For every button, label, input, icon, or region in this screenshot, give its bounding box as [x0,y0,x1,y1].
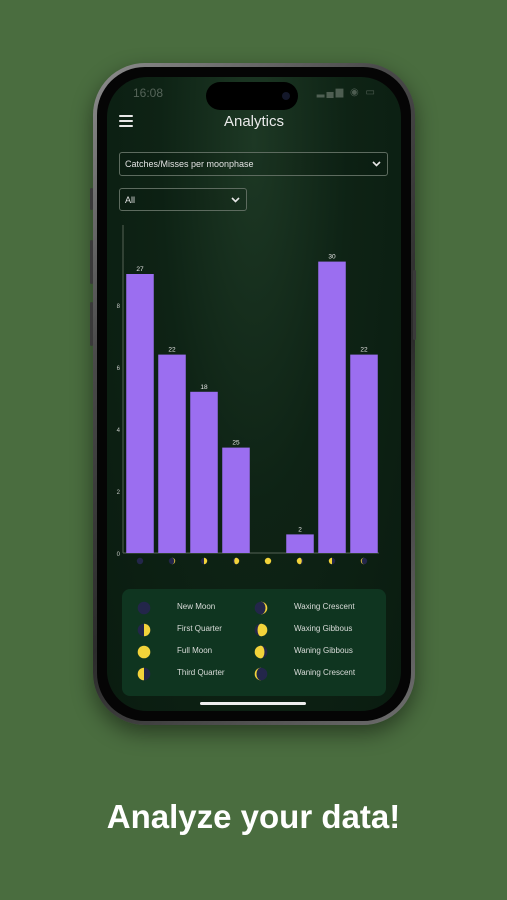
bar-data-label: 30 [328,254,336,261]
bar[interactable] [350,354,378,553]
legend-label: Waning Gibbous [294,646,353,655]
x-tick-moon-icon [264,557,272,565]
bar-group: 30 [318,254,346,565]
waxing-crescent-moon-icon [254,601,268,615]
legend-label: Third Quarter [177,668,225,677]
bar-data-label: 22 [168,347,176,354]
bar[interactable] [126,274,154,553]
bar-group: 27 [126,266,154,565]
legend-label: Full Moon [177,646,213,655]
phone-volume-down-button [90,302,93,346]
bar-data-label: 2 [298,526,302,533]
bar-group [264,557,272,565]
app-screen: 16:08 ▂▄▆ ◉ ▭ Analytics Catches/Misses p… [107,77,401,711]
first-quarter-moon-icon [137,623,151,637]
x-tick-moon-icon [360,557,368,565]
x-tick-moon-icon [168,557,176,565]
y-tick-label: 8 [117,304,121,310]
bar-group: 18 [190,384,218,565]
bar-data-label: 27 [136,266,144,273]
legend-label: Waxing Crescent [294,602,355,611]
bar-group: 2 [286,526,314,565]
bar[interactable] [190,391,218,553]
home-indicator[interactable] [200,702,306,705]
x-tick-moon-icon [136,557,144,565]
phone-action-button [90,188,93,210]
bar-group: 22 [158,347,186,565]
phone-power-button [413,270,416,340]
bar-group: 25 [222,440,250,565]
moonphase-bar-chart: 0 2 4 6 8 27 22 18 25 2 30 22 [117,225,379,565]
x-tick-moon-icon [232,557,240,565]
bar[interactable] [222,447,250,553]
legend-label: Waning Crescent [294,668,356,677]
legend-label: First Quarter [177,624,222,633]
bar[interactable] [286,534,314,553]
bar[interactable] [318,261,346,553]
new-moon-icon [137,601,151,615]
x-tick-moon-icon [200,557,208,565]
third-quarter-moon-icon [137,667,151,681]
y-tick-label: 6 [117,366,121,372]
y-tick-label: 4 [117,428,121,434]
x-tick-moon-icon [296,557,304,565]
bar-data-label: 25 [232,440,240,447]
bar[interactable] [158,354,186,553]
waxing-gibbous-moon-icon [254,623,268,637]
waning-gibbous-moon-icon [254,645,268,659]
phone-volume-up-button [90,240,93,284]
x-tick-moon-icon [328,557,336,565]
legend-label: New Moon [177,602,216,611]
legend-label: Waxing Gibbous [294,624,353,633]
bar-data-label: 18 [200,384,208,391]
y-tick-label: 0 [117,552,121,558]
bar-group: 22 [350,347,378,565]
y-tick-label: 2 [117,490,121,496]
bar-data-label: 22 [360,347,368,354]
tagline: Analyze your data! [106,798,401,835]
waning-crescent-moon-icon [254,667,268,681]
full-moon-icon [137,645,151,659]
moonphase-legend: New Moon Waxing Crescent First Quarter Waxi… [122,589,386,696]
